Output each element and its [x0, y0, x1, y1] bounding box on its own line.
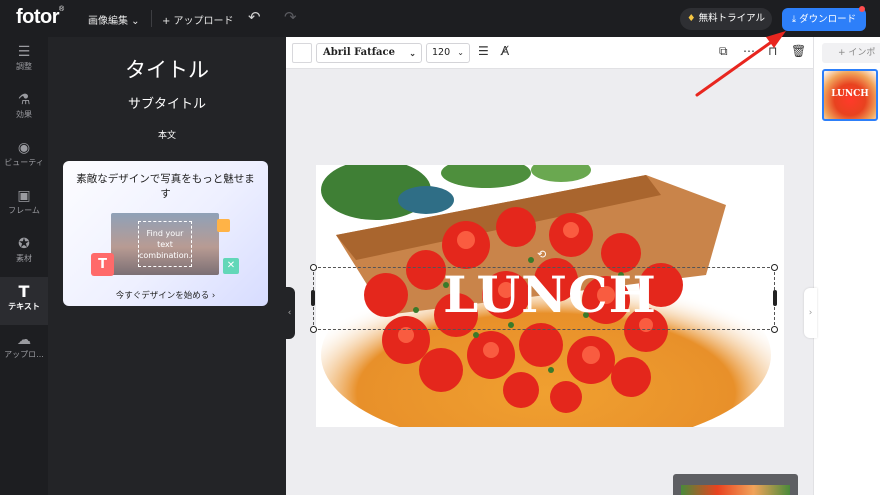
eye-icon: ◉: [17, 140, 31, 156]
duplicate-icon[interactable]: ⧉: [719, 44, 728, 59]
sliders-icon: ☰: [17, 44, 31, 60]
notification-dot: [859, 6, 865, 12]
divider: [151, 10, 152, 27]
fotor-logo[interactable]: fotor®: [16, 6, 64, 29]
magic-icon: ✕: [223, 258, 239, 274]
font-select[interactable]: Abril Fatface ⌄: [316, 43, 422, 63]
photo-edit-menu[interactable]: 画像編集 ⌄: [88, 12, 140, 27]
chevron-down-icon: ⌄: [457, 48, 464, 57]
text-icon: T: [91, 253, 114, 276]
frame-icon: ▣: [17, 188, 31, 204]
free-trial-button[interactable]: ♦ 無料トライアル: [680, 8, 772, 30]
next-page-image: [681, 485, 790, 495]
collapse-panel-button[interactable]: ‹: [284, 287, 295, 339]
thumbnail-text: LUNCH: [831, 89, 869, 99]
resize-handle-bottom-left[interactable]: [310, 326, 317, 333]
diamond-icon: ♦: [687, 13, 696, 24]
more-icon[interactable]: ⋯: [743, 44, 755, 58]
promo-heading: 素敵なデザインで写真をもっと魅せます: [76, 173, 255, 200]
undo-icon[interactable]: ↶: [248, 8, 261, 26]
upload-button[interactable]: + アップロード: [162, 12, 234, 27]
resize-handle-top-right[interactable]: [771, 264, 778, 271]
add-subtitle-button[interactable]: サブタイトル: [48, 93, 286, 112]
nav-text[interactable]: T テキスト: [0, 277, 48, 325]
nav-adjust[interactable]: ☰ 調整: [0, 37, 48, 85]
nav-upload[interactable]: ☁ アップロ...: [0, 325, 48, 373]
sticker-icon: [217, 219, 230, 232]
font-size-select[interactable]: 120 ⌄: [426, 43, 470, 63]
left-nav: ☰ 調整 ⚗ 効果 ◉ ビューティ ▣ フレーム ✪ 素材 T テキスト ☁ アップロ...: [0, 37, 48, 495]
top-bar: fotor® 画像編集 ⌄ + アップロード ↶ ↷ ♦ 無料トライアル ⤓ ダ…: [0, 0, 880, 37]
delete-icon[interactable]: 🗑: [791, 44, 806, 58]
text-selection-box[interactable]: [313, 267, 775, 330]
page-thumbnail[interactable]: LUNCH: [822, 69, 878, 121]
text-toolbar: Abril Fatface ⌄ 120 ⌄ ☰ A̸ ⧉ ⋯ ⊓ 🗑: [286, 37, 813, 69]
align-icon[interactable]: ☰: [478, 44, 489, 58]
nav-beauty[interactable]: ◉ ビューティ: [0, 133, 48, 181]
next-page-preview[interactable]: [673, 474, 798, 495]
text-style-icon[interactable]: A̸: [501, 44, 509, 58]
resize-handle-left[interactable]: [311, 290, 315, 306]
pages-panel: + インポ LUNCH: [813, 37, 880, 495]
cloud-upload-icon: ☁: [17, 332, 31, 348]
start-design-link[interactable]: 今すぐデザインを始める ›: [63, 289, 268, 301]
expand-pages-button[interactable]: ›: [804, 288, 817, 338]
nav-elements[interactable]: ✪ 素材: [0, 229, 48, 277]
add-body-text-button[interactable]: 本文: [48, 128, 286, 141]
resize-handle-bottom-right[interactable]: [771, 326, 778, 333]
add-title-button[interactable]: タイトル: [48, 54, 286, 84]
resize-handle-top-left[interactable]: [310, 264, 317, 271]
nav-effects[interactable]: ⚗ 効果: [0, 85, 48, 133]
color-swatch[interactable]: [292, 43, 312, 63]
download-icon: ⤓: [791, 14, 797, 25]
promo-sample-text: Find your text combination.: [138, 221, 192, 267]
import-button[interactable]: + インポ: [822, 43, 880, 63]
flask-icon: ⚗: [17, 92, 31, 108]
star-icon: ✪: [18, 236, 30, 252]
redo-icon[interactable]: ↷: [284, 8, 297, 26]
nav-frame[interactable]: ▣ フレーム: [0, 181, 48, 229]
design-promo-card[interactable]: 素敵なデザインで写真をもっと魅せます Find your text combin…: [63, 161, 268, 306]
text-panel: タイトル サブタイトル 本文 素敵なデザインで写真をもっと魅せます Find y…: [48, 37, 286, 495]
download-button[interactable]: ⤓ ダウンロード: [782, 8, 866, 31]
lock-icon[interactable]: ⊓: [768, 44, 777, 58]
rotate-icon[interactable]: ⟲: [537, 248, 546, 261]
chevron-down-icon: ⌄: [409, 48, 416, 58]
text-icon: T: [18, 282, 30, 301]
resize-handle-right[interactable]: [773, 290, 777, 306]
